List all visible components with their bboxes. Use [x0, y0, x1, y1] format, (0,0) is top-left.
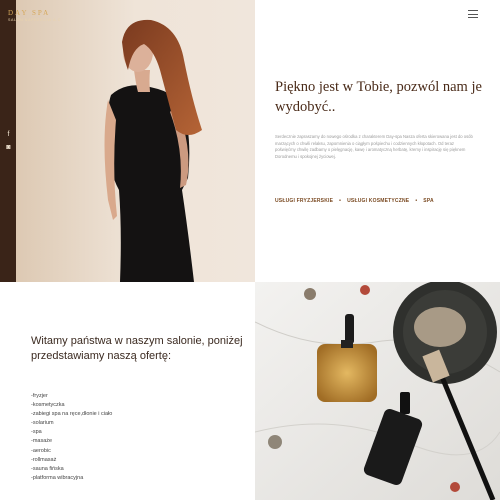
service-link-spa[interactable]: SPA	[423, 198, 434, 204]
sidebar: f ◙	[0, 0, 16, 282]
page: f ◙ DAY SPA SALON NAPRZECIW A.C Piękno j…	[0, 0, 500, 500]
facebook-icon[interactable]: f	[4, 130, 13, 139]
services-links: USŁUGI FRYZJERSKIE • USŁUGI KOSMETYCZNE …	[275, 198, 434, 204]
spa-products-image	[255, 282, 500, 500]
list-item: -kosmetyczka	[31, 402, 65, 409]
products-photo	[255, 282, 500, 500]
service-link-cosmetics[interactable]: USŁUGI KOSMETYCZNE	[347, 198, 409, 204]
woman-photo	[16, 0, 255, 282]
hero-title: Piękno jest w Tobie, pozwól nam je wydob…	[275, 79, 482, 115]
brand-name: DAY SPA	[8, 9, 51, 17]
brand-logo[interactable]: DAY SPA SALON NAPRZECIW A.C	[8, 9, 68, 22]
list-item: -spa	[31, 429, 42, 436]
list-item: -zabiegi spa na ręce,dłonie i ciało	[31, 411, 113, 418]
hamburger-menu-icon[interactable]	[468, 10, 478, 18]
service-link-hairdresser[interactable]: USŁUGI FRYZJERSKIE	[275, 198, 333, 204]
list-item: -platforma wibracyjna	[31, 474, 84, 481]
brand-subtitle: SALON NAPRZECIW A.C	[8, 18, 61, 22]
list-item: -solarium	[31, 420, 54, 427]
separator-dot: •	[415, 198, 418, 204]
list-item: -rollmasaż	[31, 456, 57, 463]
separator-dot: •	[339, 198, 342, 204]
list-item: -sauna fińska	[31, 465, 64, 472]
offer-list: -fryzjer -kosmetyczka -zabiegi spa na rę…	[31, 392, 112, 483]
instagram-icon[interactable]: ◙	[4, 143, 13, 152]
hero-photo	[16, 0, 255, 282]
list-item: -aerobic	[31, 447, 51, 454]
list-item: -masaże	[31, 438, 53, 445]
hero-description: Serdecznie zapraszamy do nowego ośrodka …	[275, 134, 473, 159]
welcome-heading: Witamy państwa w naszym salonie, poniżej…	[31, 335, 243, 362]
list-item: -fryzjer	[31, 393, 48, 399]
